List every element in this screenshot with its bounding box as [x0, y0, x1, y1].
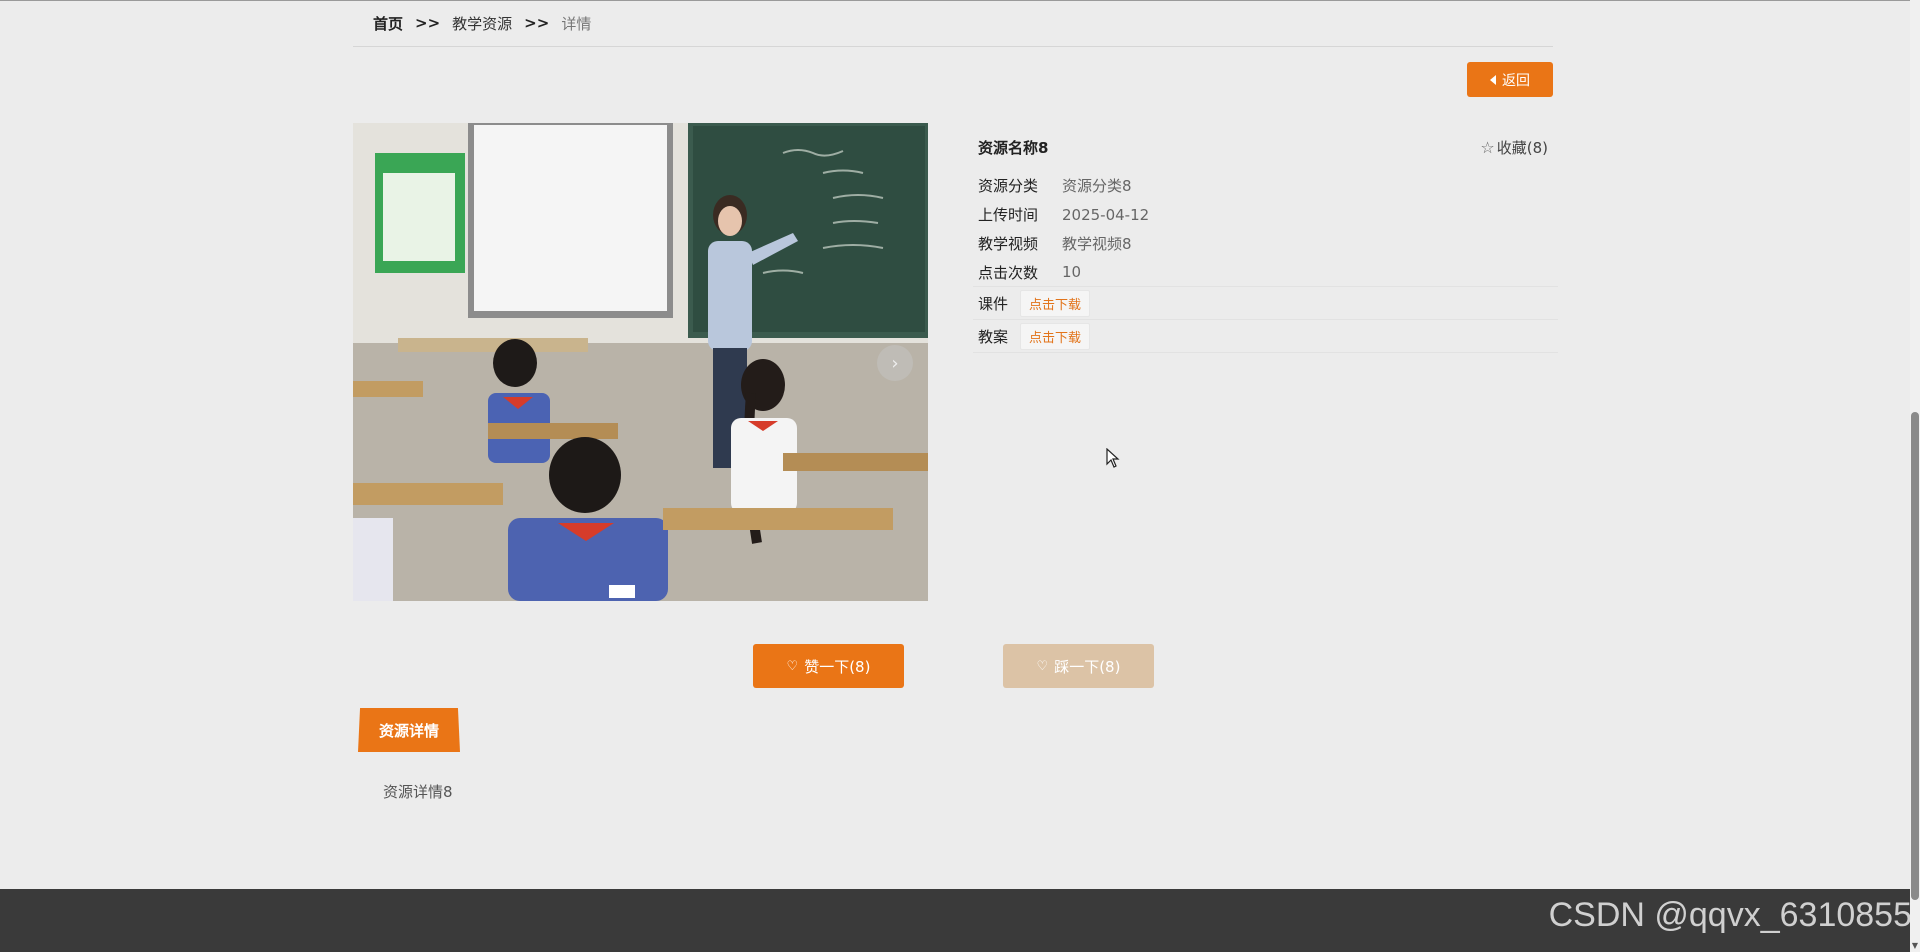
scrollbar-thumb[interactable]	[1911, 412, 1919, 900]
info-row-click-count: 点击次数 10	[973, 258, 1558, 287]
resource-title-row: 资源名称8 ☆ 收藏(8)	[973, 123, 1558, 171]
dislike-label: 踩一下(8)	[1054, 657, 1121, 676]
mouse-cursor-icon	[1106, 448, 1120, 468]
field-value: 2025-04-12	[1062, 205, 1150, 224]
resource-detail-content: 资源详情8	[383, 783, 453, 801]
field-label: 课件	[978, 294, 1009, 313]
field-value: 教学视频8	[1062, 235, 1132, 253]
breadcrumb-home-link[interactable]: 首页	[373, 13, 403, 34]
favorite-button[interactable]: ☆ 收藏(8)	[1480, 137, 1548, 158]
watermark: CSDN @qqvx_6310855	[1548, 896, 1912, 934]
resource-image-carousel[interactable]: ›	[353, 123, 928, 601]
info-row-category: 资源分类 资源分类8	[973, 171, 1558, 200]
download-row-lesson-plan: 教案 点击下载	[973, 320, 1558, 353]
main-container: 首页 >> 教学资源 >> 详情 返回 › 资源名称8 ☆ 收藏(8) 资源分类…	[353, 0, 1558, 801]
download-row-courseware: 课件 点击下载	[973, 287, 1558, 320]
resource-title: 资源名称8	[978, 138, 1049, 157]
back-button[interactable]: 返回	[1467, 62, 1553, 97]
breadcrumb-section-link[interactable]: 教学资源	[452, 13, 512, 34]
courseware-download-button[interactable]: 点击下载	[1020, 289, 1091, 317]
info-row-upload-time: 上传时间 2025-04-12	[973, 200, 1558, 229]
breadcrumb-separator: >>	[524, 14, 550, 32]
scroll-down-arrow-icon[interactable]: ▼	[1911, 942, 1919, 950]
info-row-video: 教学视频 教学视频8	[973, 229, 1558, 258]
star-icon: ☆	[1480, 137, 1495, 157]
field-label: 点击次数	[978, 263, 1039, 282]
field-label: 教案	[978, 327, 1009, 346]
breadcrumb-separator: >>	[415, 14, 441, 32]
field-value: 10	[1062, 263, 1082, 281]
like-button[interactable]: ♡ 赞一下(8)	[753, 644, 904, 688]
carousel-indicator-dot[interactable]	[609, 585, 635, 598]
back-button-label: 返回	[1502, 72, 1530, 89]
carousel-next-arrow-icon[interactable]: ›	[877, 345, 913, 381]
field-label: 教学视频	[978, 235, 1039, 253]
breadcrumb: 首页 >> 教学资源 >> 详情	[353, 0, 1553, 47]
vertical-scrollbar[interactable]: ▼	[1910, 0, 1920, 952]
like-label: 赞一下(8)	[804, 657, 871, 676]
field-label: 资源分类	[978, 177, 1039, 195]
thumbs-down-icon: ♡	[1036, 658, 1049, 674]
thumbs-up-icon: ♡	[786, 658, 799, 674]
field-value: 资源分类8	[1062, 177, 1132, 195]
field-label: 上传时间	[978, 206, 1039, 224]
back-arrow-icon	[1490, 74, 1496, 85]
lesson-plan-download-button[interactable]: 点击下载	[1020, 322, 1091, 350]
breadcrumb-current: 详情	[561, 14, 592, 33]
classroom-photo	[353, 123, 928, 601]
favorite-label: 收藏(8)	[1496, 138, 1548, 157]
resource-info-panel: 资源名称8 ☆ 收藏(8) 资源分类 资源分类8 上传时间 2025-04-12…	[973, 123, 1558, 353]
dislike-button[interactable]: ♡ 踩一下(8)	[1003, 644, 1154, 688]
tab-resource-detail[interactable]: 资源详情	[358, 708, 460, 752]
